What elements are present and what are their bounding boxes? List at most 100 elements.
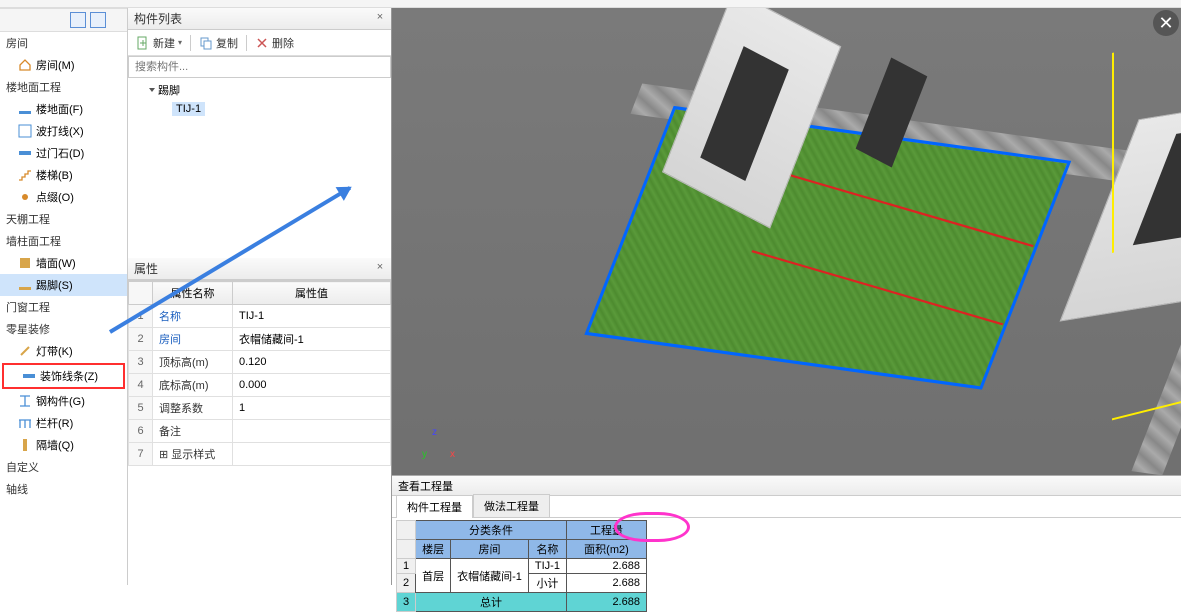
property-row[interactable]: 1名称TIJ-1 — [129, 305, 391, 328]
property-row[interactable]: 2房间衣帽储藏间-1 — [129, 328, 391, 351]
expand-icon[interactable] — [149, 88, 155, 92]
nav-view-list-icon[interactable] — [70, 12, 86, 28]
table-row-total[interactable]: 3 总计 2.688 — [397, 593, 647, 612]
cell-value: 2.688 — [566, 559, 646, 574]
tree-item[interactable]: TIJ-1 — [132, 100, 387, 118]
tab-method-qty[interactable]: 做法工程量 — [473, 494, 550, 517]
nav-section-ceiling[interactable]: 天棚工程 — [0, 208, 127, 230]
axis-y-label: y — [422, 449, 427, 460]
row-index: 1 — [129, 305, 153, 328]
nav-item-stair[interactable]: 楼梯(B) — [0, 164, 127, 186]
nav-view-grid-icon[interactable] — [90, 12, 106, 28]
cell-floor: 首层 — [416, 559, 451, 593]
nav-section-axis[interactable]: 轴线 — [0, 478, 127, 500]
close-overlay-button[interactable]: ✕ — [1153, 10, 1179, 36]
quantity-tabs: 构件工程量 做法工程量 — [392, 496, 1181, 518]
nav-item-tijiao[interactable]: 踢脚(S) — [0, 274, 127, 296]
nav-section-doorwin[interactable]: 门窗工程 — [0, 296, 127, 318]
btn-label: 删除 — [272, 35, 294, 51]
close-icon[interactable]: × — [373, 261, 387, 275]
nav-toolbar — [0, 8, 127, 32]
mid-column: 构件列表 × 新建 ▾ 复制 删除 — [128, 8, 392, 585]
light-icon — [18, 344, 32, 358]
axis-z-label: z — [432, 427, 437, 438]
prop-value[interactable]: 1 — [233, 397, 391, 420]
prop-value[interactable]: TIJ-1 — [233, 305, 391, 328]
threshold-icon — [18, 146, 32, 160]
nav-item-zhuangshi[interactable]: 装饰线条(Z) — [4, 365, 123, 387]
component-list-header: 构件列表 × — [128, 8, 391, 30]
btn-label: 新建 — [153, 35, 175, 51]
col-index — [397, 521, 416, 540]
tree-root[interactable]: 踢脚 — [132, 80, 387, 100]
separator — [246, 35, 247, 51]
row-index: 3 — [397, 593, 416, 612]
nav-item-dianzhui[interactable]: 点缀(O) — [0, 186, 127, 208]
property-row[interactable]: 3顶标高(m)0.120 — [129, 351, 391, 374]
yellow-outline — [1112, 43, 1152, 253]
steel-icon — [18, 394, 32, 408]
nav-section-custom[interactable]: 自定义 — [0, 456, 127, 478]
prop-value[interactable]: 衣帽储藏间-1 — [233, 328, 391, 351]
property-row[interactable]: 7⊞ 显示样式 — [129, 443, 391, 466]
chevron-down-icon: ▾ — [178, 38, 182, 47]
nav-label: 装饰线条(Z) — [40, 368, 98, 384]
tree-item-label: TIJ-1 — [172, 102, 205, 116]
quantity-table[interactable]: 分类条件 工程量 楼层 房间 名称 面积(m2) 1 首层 衣帽储藏间-1 TI… — [396, 520, 647, 612]
wall-icon — [18, 256, 32, 270]
prop-value[interactable] — [233, 420, 391, 443]
prop-value[interactable]: 0.120 — [233, 351, 391, 374]
row-index: 3 — [129, 351, 153, 374]
nav-section-floor[interactable]: 楼地面工程 — [0, 76, 127, 98]
component-search[interactable] — [128, 56, 391, 78]
nav-item-geqiang[interactable]: 隔墙(Q) — [0, 434, 127, 456]
delete-button[interactable]: 删除 — [251, 33, 298, 53]
row-index: 2 — [397, 574, 416, 593]
nav-item-floor[interactable]: 楼地面(F) — [0, 98, 127, 120]
nav-item-langan[interactable]: 栏杆(R) — [0, 412, 127, 434]
copy-button[interactable]: 复制 — [195, 33, 242, 53]
new-file-icon — [136, 36, 150, 50]
prop-name: 名称 — [153, 305, 233, 328]
table-row[interactable]: 1 首层 衣帽储藏间-1 TIJ-1 2.688 — [397, 559, 647, 574]
cell-name: TIJ-1 — [528, 559, 566, 574]
nav-item-bodax[interactable]: 波打线(X) — [0, 120, 127, 142]
prop-value[interactable] — [233, 443, 391, 466]
line-icon — [22, 369, 36, 383]
partition-icon — [18, 438, 32, 452]
nav-label: 过门石(D) — [36, 145, 84, 161]
nav-item-gangou[interactable]: 钢构件(G) — [0, 390, 127, 412]
property-row[interactable]: 5调整系数1 — [129, 397, 391, 420]
nav-item-threshold[interactable]: 过门石(D) — [0, 142, 127, 164]
close-icon[interactable]: × — [373, 11, 387, 25]
properties-grid[interactable]: 属性名称 属性值 1名称TIJ-12房间衣帽储藏间-13顶标高(m)0.1204… — [128, 280, 391, 585]
search-input[interactable] — [129, 57, 390, 77]
tab-component-qty[interactable]: 构件工程量 — [396, 495, 473, 518]
separator — [190, 35, 191, 51]
nav-section-room[interactable]: 房间 — [0, 32, 127, 54]
prop-name: 调整系数 — [153, 397, 233, 420]
col-index — [397, 540, 416, 559]
nav-label: 踢脚(S) — [36, 277, 73, 293]
prop-value[interactable]: 0.000 — [233, 374, 391, 397]
cell-value: 2.688 — [566, 574, 646, 593]
nav-section-wallcol[interactable]: 墙柱面工程 — [0, 230, 127, 252]
nav-item-qiangmian[interactable]: 墙面(W) — [0, 252, 127, 274]
nav-section-lingxing[interactable]: 零星装修 — [0, 318, 127, 340]
nav-item-dengdai[interactable]: 灯带(K) — [0, 340, 127, 362]
cell-subtotal: 小计 — [528, 574, 566, 593]
new-button[interactable]: 新建 ▾ — [132, 33, 186, 53]
component-tree[interactable]: 踢脚 TIJ-1 — [128, 78, 391, 258]
red-guideline — [751, 250, 1003, 325]
nav-label: 墙面(W) — [36, 255, 76, 271]
property-row[interactable]: 6备注 — [129, 420, 391, 443]
nav-item-room[interactable]: 房间(M) — [0, 54, 127, 76]
cell-value: 2.688 — [566, 593, 646, 612]
delete-icon — [255, 36, 269, 50]
property-row[interactable]: 4底标高(m)0.000 — [129, 374, 391, 397]
railing-icon — [18, 416, 32, 430]
properties-header: 属性 × — [128, 258, 391, 280]
stair-icon — [18, 168, 32, 182]
floor-icon — [18, 102, 32, 116]
col-propname: 属性名称 — [153, 282, 233, 305]
